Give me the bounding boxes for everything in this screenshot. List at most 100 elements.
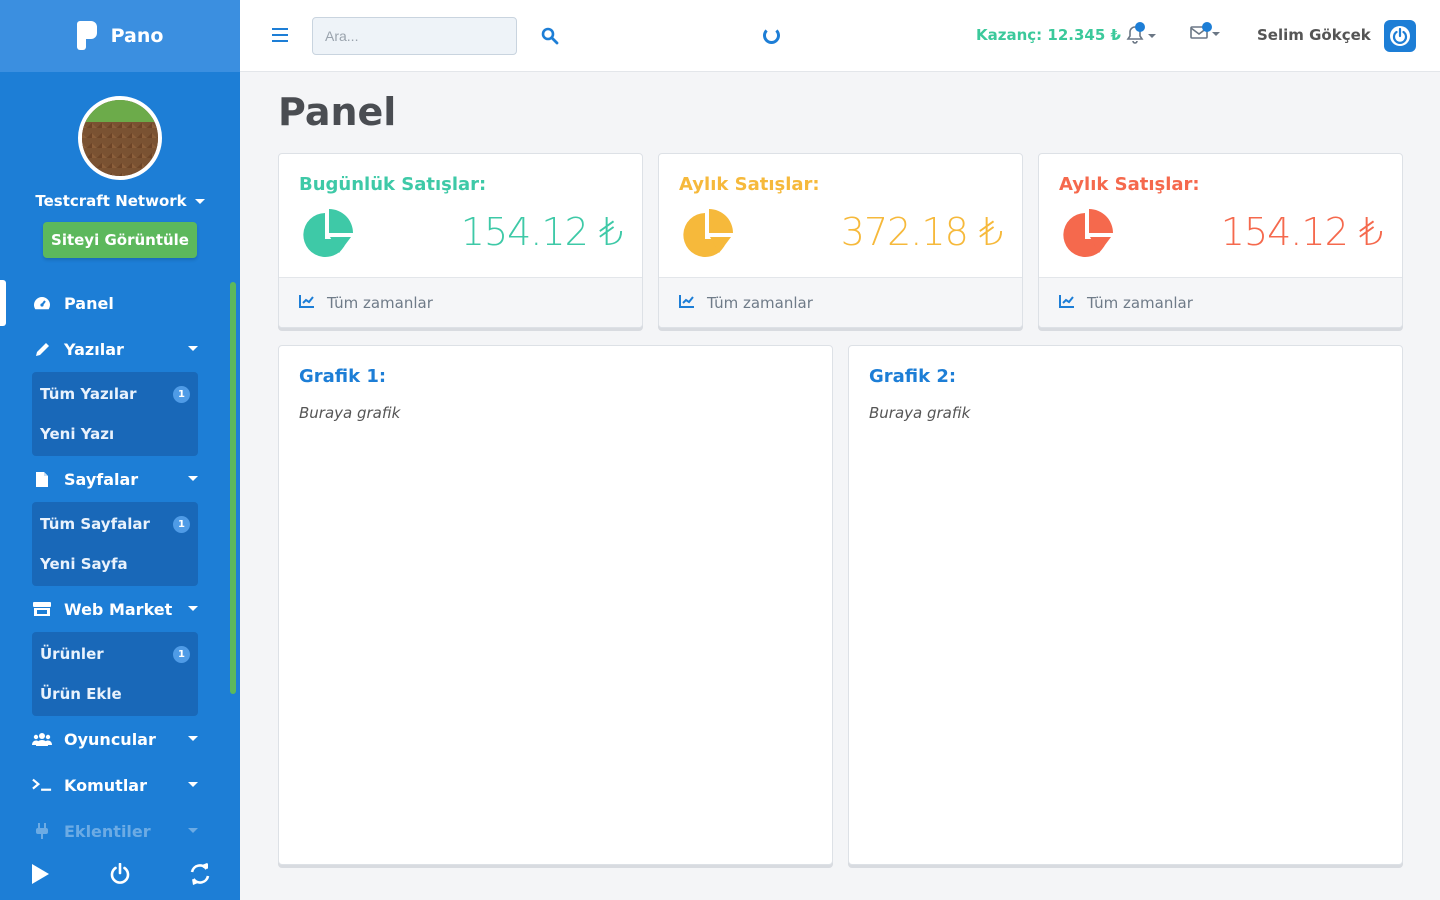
caret-down-icon: [188, 606, 198, 611]
logout-button[interactable]: [1384, 20, 1416, 52]
sidebar-subitem-label: Yeni Yazı: [40, 425, 115, 443]
notification-dot: [1135, 22, 1145, 32]
message-dot: [1202, 22, 1212, 32]
stat-amount: 372.18 ₺: [840, 210, 1003, 254]
brand-name: Pano: [110, 25, 164, 47]
count-badge: 1: [173, 385, 190, 403]
stat-amount: 154.12 ₺: [1220, 210, 1383, 254]
stat-card-monthly-sales: Aylık Satışlar: 372.18 ₺ Tüm zamanlar: [658, 153, 1023, 328]
sidebar-item-label: Panel: [64, 293, 114, 313]
sidebar-item-label: Yazılar: [64, 339, 124, 359]
sidebar-item-label: Oyuncular: [64, 729, 156, 749]
sidebar-subitem-label: Tüm Sayfalar: [40, 515, 150, 533]
page-title: Panel: [278, 90, 397, 134]
stat-footer-label: Tüm zamanlar: [327, 293, 433, 312]
graph-title: Grafik 2:: [869, 366, 957, 387]
sidebar-subitem-products[interactable]: Ürünler 1: [32, 634, 198, 674]
caret-down-icon: [188, 736, 198, 741]
caret-down-icon: [194, 198, 205, 204]
menu-toggle-icon[interactable]: [272, 28, 288, 42]
sidebar-item-label: Web Market: [64, 599, 173, 619]
power-icon[interactable]: [105, 859, 135, 889]
search-icon[interactable]: [541, 27, 559, 49]
play-icon[interactable]: [25, 859, 55, 889]
caret-down-icon: [188, 782, 198, 787]
avatar: [78, 96, 162, 180]
stat-footer[interactable]: Tüm zamanlar: [279, 277, 642, 327]
pie-chart-icon: [301, 209, 353, 265]
messages-dropdown[interactable]: [1190, 22, 1220, 44]
sidebar-item-pages[interactable]: Sayfalar: [0, 456, 240, 502]
dashboard-icon: [32, 296, 52, 310]
pie-chart-icon: [681, 209, 733, 265]
brand[interactable]: Pano: [0, 0, 240, 72]
sidebar-item-web-market[interactable]: Web Market: [0, 586, 240, 632]
plug-icon: [32, 823, 52, 839]
brand-logo-icon: [76, 21, 99, 51]
caret-down-icon: [1212, 32, 1220, 36]
top-bar: Kazanç: 12.345 ₺ Selim Gökçek: [240, 0, 1440, 72]
graph-card-2: Grafik 2: Buraya grafik: [848, 345, 1403, 865]
submenu-posts: Tüm Yazılar 1 Yeni Yazı: [32, 372, 198, 456]
stat-card-daily-sales: Bugünlük Satışlar: 154.12 ₺ Tüm zamanlar: [278, 153, 643, 328]
sidebar-subitem-all-posts[interactable]: Tüm Yazılar 1: [32, 374, 198, 414]
sidebar-subitem-all-pages[interactable]: Tüm Sayfalar 1: [32, 504, 198, 544]
graph-placeholder-text: Buraya grafik: [869, 404, 971, 422]
pie-chart-icon: [1061, 209, 1113, 265]
caret-down-icon: [188, 476, 198, 481]
sidebar-menu: Panel Yazılar Tüm Yazılar 1 Yeni Yazı Sa…: [0, 280, 240, 854]
stat-footer[interactable]: Tüm zamanlar: [659, 277, 1022, 327]
stat-label: Bugünlük Satışlar:: [299, 174, 487, 195]
refresh-icon[interactable]: [185, 859, 215, 889]
sidebar-item-label: Komutlar: [64, 775, 147, 795]
stat-card-monthly-sales-2: Aylık Satışlar: 154.12 ₺ Tüm zamanlar: [1038, 153, 1403, 328]
earnings-label: Kazanç: 12.345 ₺: [976, 26, 1121, 44]
sidebar-subitem-label: Ürün Ekle: [40, 685, 122, 703]
sidebar-footer: [0, 848, 240, 900]
submenu-pages: Tüm Sayfalar 1 Yeni Sayfa: [32, 502, 198, 586]
terminal-icon: [32, 778, 52, 792]
sidebar-scrollbar[interactable]: [230, 282, 236, 694]
submenu-web-market: Ürünler 1 Ürün Ekle: [32, 632, 198, 716]
line-chart-icon: [299, 294, 315, 312]
sidebar-item-players[interactable]: Oyuncular: [0, 716, 240, 762]
caret-down-icon: [188, 346, 198, 351]
sidebar-subitem-add-product[interactable]: Ürün Ekle: [32, 674, 198, 714]
power-icon: [1390, 26, 1410, 46]
view-site-button[interactable]: Siteyi Görüntüle: [43, 222, 197, 258]
stat-footer[interactable]: Tüm zamanlar: [1039, 277, 1402, 327]
notifications-dropdown[interactable]: [1126, 22, 1156, 48]
users-icon: [32, 732, 52, 746]
sidebar-subitem-label: Ürünler: [40, 645, 104, 663]
file-icon: [32, 471, 52, 488]
line-chart-icon: [1059, 294, 1075, 312]
graph-placeholder-text: Buraya grafik: [299, 404, 401, 422]
sidebar-item-label: Sayfalar: [64, 469, 139, 489]
sidebar-item-label: Eklentiler: [64, 821, 151, 841]
search-input[interactable]: [312, 17, 517, 55]
loading-spinner-icon: [763, 27, 780, 44]
network-name: Testcraft Network: [35, 192, 187, 210]
user-name[interactable]: Selim Gökçek: [1257, 26, 1371, 44]
store-icon: [32, 601, 52, 617]
stat-footer-label: Tüm zamanlar: [707, 293, 813, 312]
sidebar-item-posts[interactable]: Yazılar: [0, 326, 240, 372]
sidebar-subitem-label: Tüm Yazılar: [40, 385, 137, 403]
sidebar-item-commands[interactable]: Komutlar: [0, 762, 240, 808]
line-chart-icon: [679, 294, 695, 312]
caret-down-icon: [188, 828, 198, 833]
sidebar-subitem-new-post[interactable]: Yeni Yazı: [32, 414, 198, 454]
sidebar-subitem-new-page[interactable]: Yeni Sayfa: [32, 544, 198, 584]
count-badge: 1: [173, 645, 190, 663]
caret-down-icon: [1148, 34, 1156, 38]
count-badge: 1: [173, 515, 190, 533]
network-dropdown[interactable]: Testcraft Network: [0, 192, 240, 210]
sidebar: Pano Testcraft Network Siteyi Görüntüle …: [0, 0, 240, 900]
stat-label: Aylık Satışlar:: [679, 174, 820, 195]
sidebar-item-panel[interactable]: Panel: [0, 280, 240, 326]
graph-card-1: Grafik 1: Buraya grafik: [278, 345, 833, 865]
pencil-icon: [32, 341, 52, 358]
graph-title: Grafik 1:: [299, 366, 387, 387]
stat-amount: 154.12 ₺: [460, 210, 623, 254]
stat-label: Aylık Satışlar:: [1059, 174, 1200, 195]
